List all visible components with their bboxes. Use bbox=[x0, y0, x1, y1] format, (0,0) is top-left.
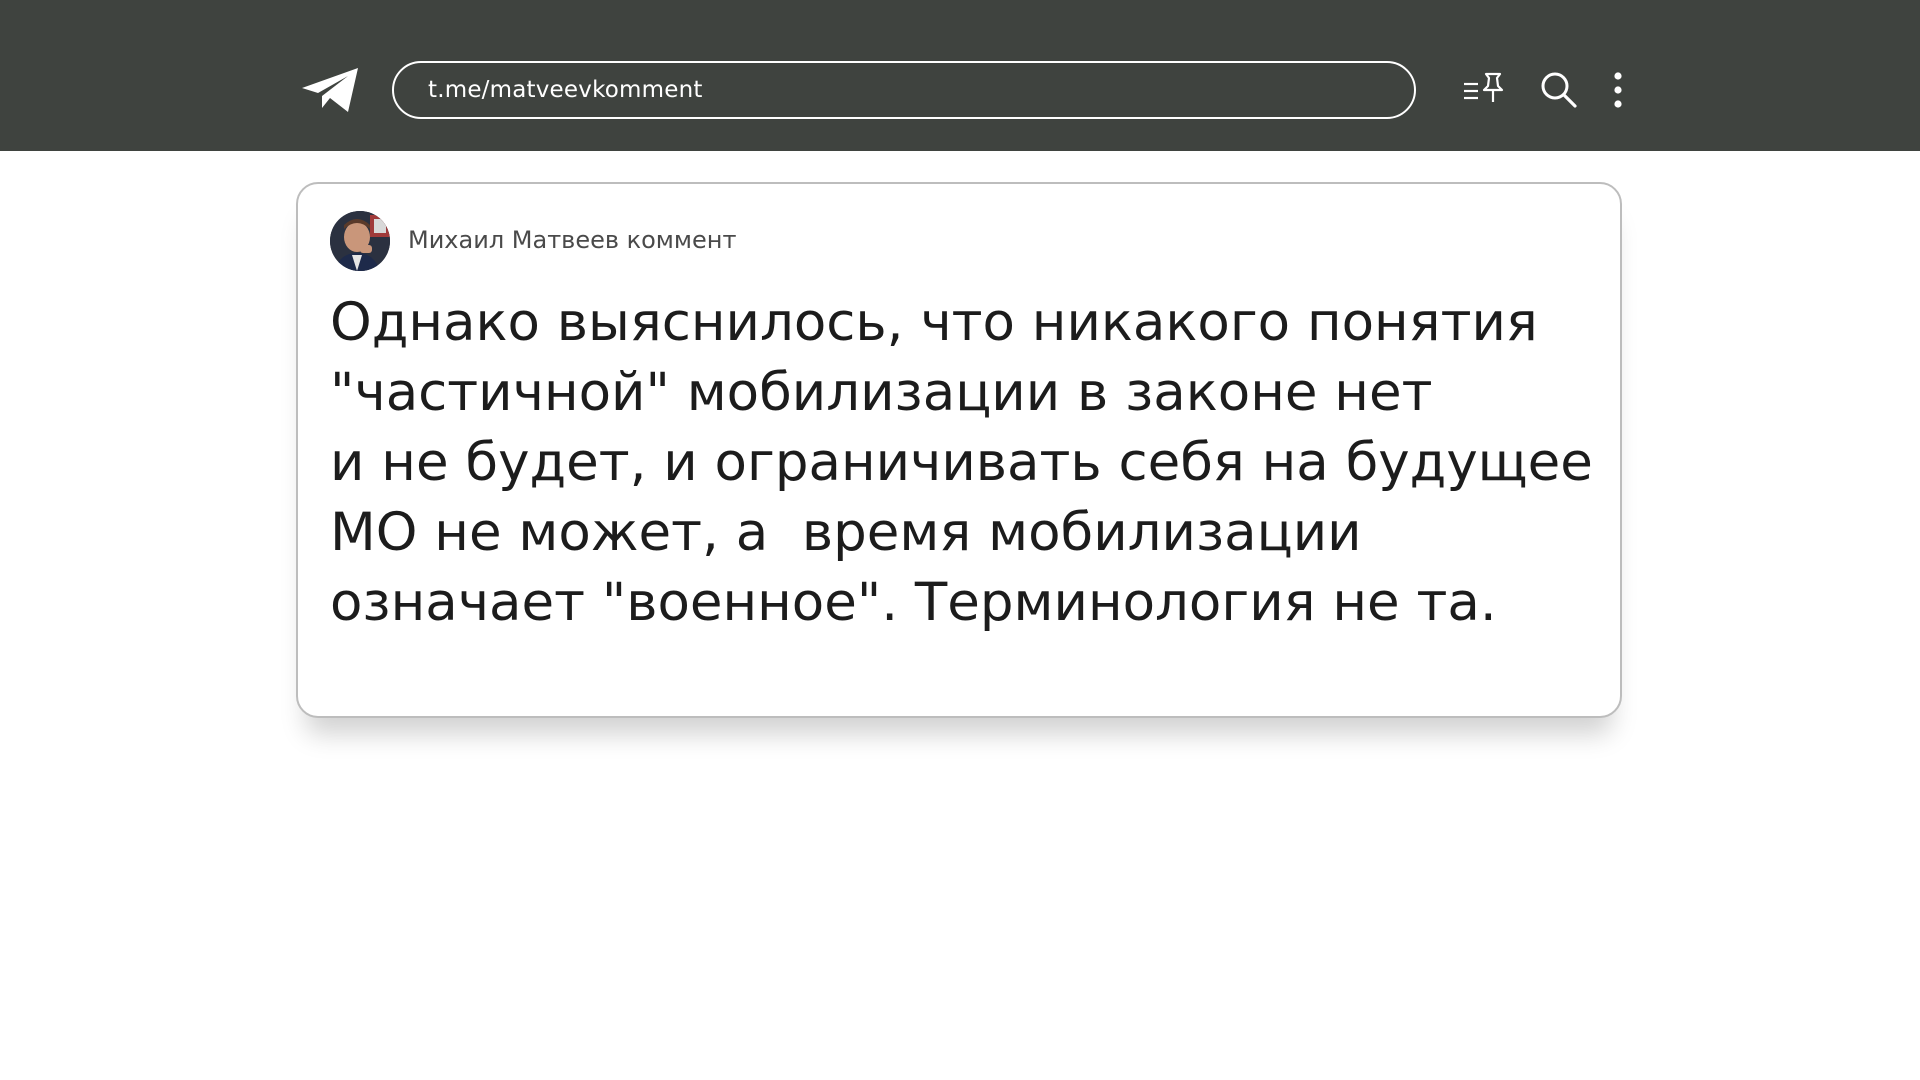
post-text-line: и не будет, и ограничивать себя на будущ… bbox=[330, 432, 1593, 493]
post-text-line: Однако выяснилось, что никакого понятия bbox=[330, 292, 1538, 353]
post-card: Михаил Матвеев коммент Однако выяснилось… bbox=[296, 182, 1622, 718]
top-bar: t.me/matveevkomment bbox=[0, 0, 1920, 151]
telegram-logo-icon[interactable] bbox=[300, 66, 362, 114]
post-text-line: "частичной" мобилизации в законе нет bbox=[330, 362, 1433, 423]
more-vertical-icon[interactable] bbox=[1604, 70, 1632, 110]
pinned-messages-icon[interactable] bbox=[1462, 70, 1504, 110]
channel-name[interactable]: Михаил Матвеев коммент bbox=[408, 226, 736, 254]
post-text-line: означает "военное". Терминология не та. bbox=[330, 572, 1497, 633]
post-text: Однако выяснилось, что никакого понятия … bbox=[330, 288, 1600, 638]
post-text-line: МО не может, а время мобилизации bbox=[330, 502, 1362, 563]
search-icon[interactable] bbox=[1538, 70, 1580, 110]
url-field[interactable]: t.me/matveevkomment bbox=[392, 61, 1416, 119]
channel-avatar[interactable] bbox=[330, 211, 390, 271]
